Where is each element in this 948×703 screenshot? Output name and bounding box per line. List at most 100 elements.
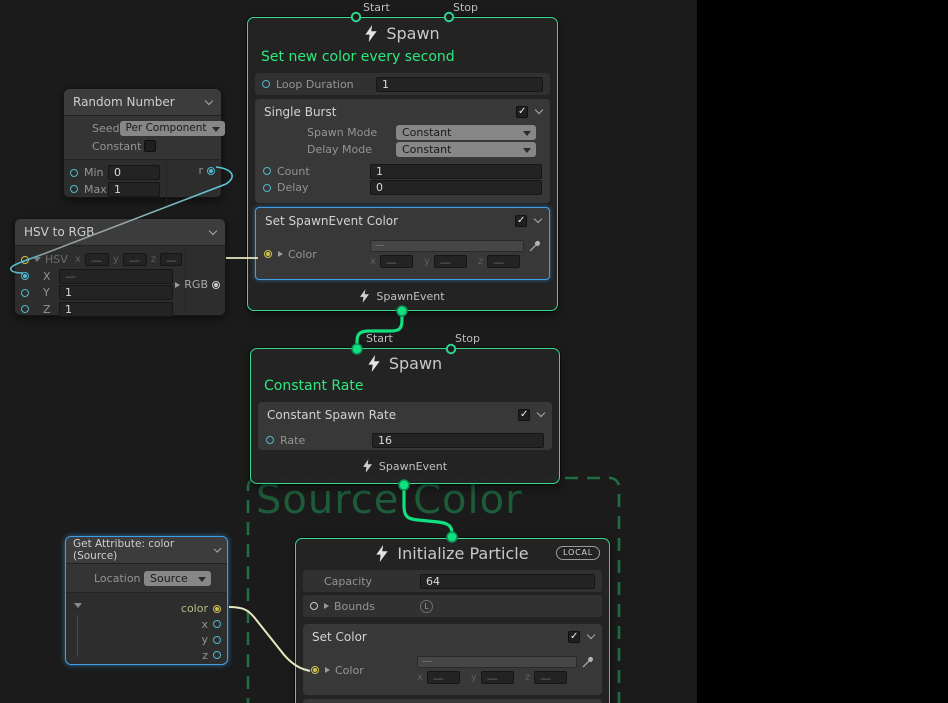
delay-mode-dropdown[interactable]: Constant bbox=[396, 142, 536, 157]
color-gradient-field[interactable]: — bbox=[417, 656, 577, 668]
rate-input[interactable]: 16 bbox=[372, 433, 544, 448]
color-gradient-field[interactable]: — bbox=[370, 240, 524, 252]
collapse-icon[interactable] bbox=[33, 257, 41, 262]
constant-spawn-rate-enabled-checkbox[interactable] bbox=[518, 409, 530, 421]
constant-checkbox[interactable] bbox=[144, 140, 156, 152]
loop-duration-port[interactable] bbox=[262, 80, 270, 88]
count-input[interactable]: 1 bbox=[370, 164, 542, 179]
z-label: z bbox=[525, 672, 530, 683]
chevron-down-icon[interactable] bbox=[537, 409, 545, 417]
set-spawnevent-color-enabled-checkbox[interactable] bbox=[515, 215, 527, 227]
spawn2-sticky-label[interactable]: Constant Rate bbox=[251, 377, 559, 398]
spawn-context-1[interactable]: Spawn Set new color every second Loop Du… bbox=[247, 17, 558, 311]
spawn-mode-dropdown[interactable]: Constant bbox=[396, 125, 536, 140]
local-badge: LOCAL bbox=[556, 546, 600, 560]
chevron-down-icon[interactable] bbox=[205, 96, 213, 104]
rate-port[interactable] bbox=[266, 436, 274, 444]
count-port[interactable] bbox=[263, 167, 271, 175]
y-label: y bbox=[471, 672, 477, 683]
delay-port[interactable] bbox=[263, 184, 271, 192]
rgb-output-port[interactable] bbox=[212, 281, 220, 289]
y-output-port[interactable] bbox=[213, 636, 221, 644]
y-output-label: y bbox=[201, 633, 208, 646]
delay-label: Delay bbox=[277, 181, 370, 194]
z-field: — bbox=[487, 255, 520, 268]
block-title: Set Color bbox=[312, 630, 367, 644]
expand-icon[interactable] bbox=[325, 667, 330, 673]
get-attribute-node[interactable]: Get Attribute: color (Source) Location S… bbox=[65, 536, 228, 665]
capacity-label: Capacity bbox=[324, 575, 420, 588]
expand-icon[interactable] bbox=[175, 282, 180, 288]
max-label: Max bbox=[84, 183, 108, 196]
graph-viewport[interactable]: Source Color Start Stop Start Stop Spawn… bbox=[0, 0, 697, 703]
expand-icon[interactable] bbox=[278, 251, 283, 257]
initialize-particle-context[interactable]: Initialize Particle LOCAL Capacity 64 Bo… bbox=[295, 538, 610, 703]
hsv-input-port[interactable] bbox=[21, 256, 29, 264]
lightning-icon bbox=[376, 545, 388, 562]
block-title: Single Burst bbox=[264, 105, 336, 119]
location-dropdown[interactable]: Source bbox=[144, 571, 211, 586]
color-input-port[interactable] bbox=[311, 666, 319, 674]
chevron-down-icon[interactable] bbox=[587, 631, 595, 639]
color-output-port[interactable] bbox=[213, 605, 221, 613]
expand-icon[interactable] bbox=[324, 603, 329, 609]
y-input-port[interactable] bbox=[21, 289, 29, 297]
single-burst-block[interactable]: Single Burst Spawn Mode Constant Delay M… bbox=[255, 99, 550, 203]
node-title: Initialize Particle bbox=[397, 544, 528, 563]
set-spawnevent-color-block[interactable]: Set SpawnEvent Color Color — bbox=[255, 207, 550, 280]
capacity-row: Capacity 64 bbox=[303, 570, 602, 592]
x-input-port[interactable] bbox=[21, 272, 29, 280]
spawn1-sticky-label[interactable]: Set new color every second bbox=[248, 48, 557, 70]
eyedropper-icon[interactable] bbox=[582, 656, 594, 668]
hsv-to-rgb-node[interactable]: HSV to RGB HSV x— y— z— X — bbox=[14, 218, 226, 316]
loop-duration-row: Loop Duration 1 bbox=[255, 73, 550, 95]
spawn2-stop-label: Stop bbox=[455, 332, 480, 345]
y-row-label: Y bbox=[43, 286, 59, 299]
spawn2-title-row: Spawn bbox=[251, 349, 559, 377]
spawnevent-output-label: SpawnEvent bbox=[379, 460, 447, 473]
loop-duration-label: Loop Duration bbox=[276, 78, 376, 91]
constant-spawn-rate-block[interactable]: Constant Spawn Rate Rate 16 bbox=[258, 402, 552, 450]
random-number-node[interactable]: Random Number Seed Per Component Constan… bbox=[63, 88, 222, 198]
max-port[interactable] bbox=[70, 185, 78, 193]
spawn2-output-row: SpawnEvent bbox=[251, 455, 559, 477]
set-color-enabled-checkbox[interactable] bbox=[568, 631, 580, 643]
chevron-down-icon[interactable] bbox=[535, 106, 543, 114]
r-output-port[interactable] bbox=[207, 167, 215, 175]
z-input-port[interactable] bbox=[21, 305, 29, 313]
vfx-graph-window: Source Color Start Stop Start Stop Spawn… bbox=[0, 0, 948, 703]
chevron-down-icon[interactable] bbox=[213, 544, 221, 552]
eyedropper-icon[interactable] bbox=[529, 240, 541, 252]
chevron-down-icon[interactable] bbox=[209, 226, 217, 234]
delay-input[interactable]: 0 bbox=[370, 180, 542, 195]
seed-dropdown[interactable]: Per Component bbox=[120, 121, 225, 136]
bounds-link-badge[interactable]: L bbox=[420, 600, 433, 613]
single-burst-enabled-checkbox[interactable] bbox=[516, 106, 528, 118]
loop-duration-input[interactable]: 1 bbox=[376, 77, 543, 92]
location-label: Location bbox=[94, 572, 144, 585]
min-input[interactable]: 0 bbox=[108, 165, 160, 180]
spawnevent-output-label: SpawnEvent bbox=[376, 290, 444, 303]
seed-label: Seed bbox=[92, 122, 120, 135]
x-output-port[interactable] bbox=[213, 620, 221, 628]
z-output-label: z bbox=[202, 649, 208, 662]
y-field: — bbox=[123, 253, 147, 266]
collapse-icon[interactable] bbox=[74, 603, 82, 608]
spawn2-start-label: Start bbox=[366, 332, 393, 345]
color-input-port[interactable] bbox=[264, 250, 272, 258]
set-color-block[interactable]: Set Color Color — x— bbox=[303, 624, 602, 695]
bounds-port[interactable] bbox=[310, 602, 318, 610]
delay-mode-label: Delay Mode bbox=[307, 143, 396, 156]
next-block-partial[interactable] bbox=[303, 699, 602, 703]
z-input[interactable]: 1 bbox=[59, 302, 173, 317]
capacity-input[interactable]: 64 bbox=[420, 574, 595, 589]
z-output-port[interactable] bbox=[213, 651, 221, 659]
max-input[interactable]: 1 bbox=[108, 182, 160, 197]
r-output-label: r bbox=[198, 164, 203, 177]
min-port[interactable] bbox=[70, 169, 78, 177]
color-label: Color bbox=[288, 248, 370, 261]
spawn-context-2[interactable]: Spawn Constant Rate Constant Spawn Rate … bbox=[250, 348, 560, 484]
lightning-icon bbox=[363, 459, 372, 473]
chevron-down-icon[interactable] bbox=[534, 215, 542, 223]
y-input[interactable]: 1 bbox=[59, 285, 173, 300]
